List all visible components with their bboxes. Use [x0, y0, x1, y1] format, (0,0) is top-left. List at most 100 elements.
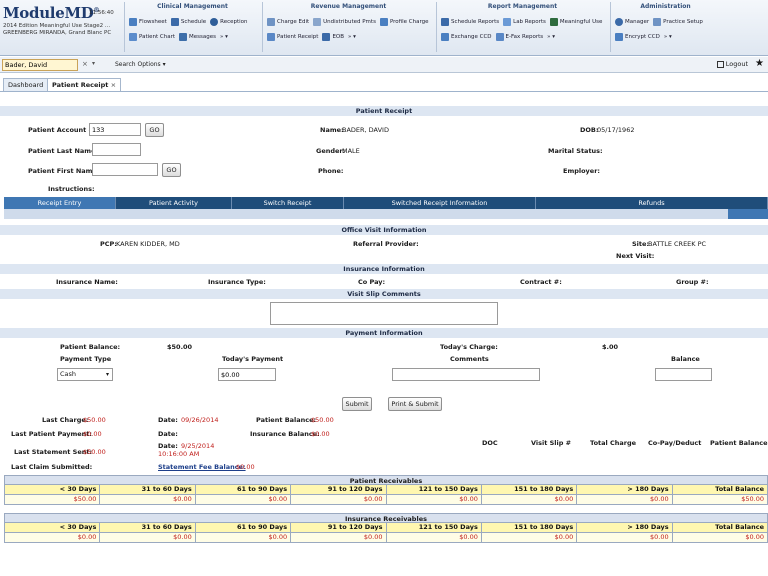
efax-reports-button[interactable]: E-Fax Reports [495, 33, 543, 41]
first-name-input[interactable] [92, 163, 158, 176]
receivable-bucket-header: Total Balance [673, 485, 768, 494]
app-ribbon: ModuleMD® 11:56:40 2014 Edition Meaningf… [0, 0, 768, 56]
close-tab-icon[interactable]: × [111, 81, 116, 89]
name-label: Name: [320, 126, 344, 134]
tab-switched-receipt-information[interactable]: Switched Receipt Information [344, 197, 536, 209]
tab-refunds[interactable]: Refunds [536, 197, 768, 209]
administration-group: Administration Manager Practice Setup En… [610, 2, 720, 52]
last-statement-label: Last Statement Sent: [14, 448, 93, 456]
receivable-bucket-header: 91 to 120 Days [291, 523, 387, 532]
revenue-management-group: Revenue Management Charge Edit Undistrib… [262, 2, 434, 52]
manager-icon [615, 18, 623, 26]
meaningful-use-button[interactable]: Meaningful Use [549, 18, 602, 26]
dob-label: DOB: [580, 126, 599, 134]
statement-time: 10:16:00 AM [158, 450, 200, 458]
report-more-button[interactable]: » ▾ [547, 34, 555, 40]
chevron-down-icon[interactable]: ▾ [92, 60, 95, 67]
encrypt-ccd-button[interactable]: Encrypt CCD [615, 33, 660, 41]
todays-payment-label: Today's Payment [222, 355, 284, 363]
patient-receivables-title: Patient Receivables [4, 475, 768, 485]
tab-patient-activity[interactable]: Patient Activity [116, 197, 232, 209]
receivable-bucket-header: 121 to 150 Days [387, 523, 482, 532]
summary-patient-balance-label: Patient Balance: [256, 416, 317, 424]
patient-receivable-value: $0.00 [577, 495, 673, 504]
insurance-receivable-value: $0.00 [482, 533, 578, 542]
eob-button[interactable]: EOB [322, 33, 344, 41]
revenue-more-button[interactable]: » ▾ [348, 34, 356, 40]
reception-button[interactable]: Reception [210, 18, 248, 26]
pin-icon[interactable]: ★ [755, 58, 764, 69]
insurance-receivable-value: $0.00 [196, 533, 292, 542]
tab-switch-receipt[interactable]: Switch Receipt [232, 197, 344, 209]
receivable-bucket-header: 151 to 180 Days [482, 485, 578, 494]
insurance-type-label: Insurance Type: [208, 278, 266, 286]
group-title: Revenue Management [310, 3, 387, 10]
balance-input[interactable] [655, 368, 712, 381]
messages-button[interactable]: Messages [179, 33, 216, 41]
admin-more-button[interactable]: » ▾ [664, 34, 672, 40]
insurance-receivable-value: $0.00 [577, 533, 673, 542]
account-number-input[interactable] [89, 123, 141, 136]
clinical-more-button[interactable]: » ▾ [220, 34, 228, 40]
name-value: BADER, DAVID [342, 126, 389, 134]
chart-icon [129, 33, 137, 41]
office-visit-title: Office Visit Information [0, 225, 768, 235]
schedule-button[interactable]: Schedule [170, 18, 206, 26]
submit-button[interactable]: Submit [342, 397, 372, 411]
tab-patient-receipt[interactable]: Patient Receipt × [47, 78, 122, 91]
report-management-group: Report Management Schedule Reports Lab R… [436, 2, 608, 52]
visit-slip-comments-input[interactable] [270, 302, 498, 325]
receipt-icon [267, 33, 275, 41]
profile-charge-button[interactable]: Profile Charge [379, 18, 429, 26]
schedule-reports-button[interactable]: Schedule Reports [441, 18, 499, 26]
summary-patient-balance-value: $50.00 [311, 416, 334, 424]
receivable-bucket-header: > 180 Days [577, 485, 673, 494]
marital-status-label: Marital Status: [548, 147, 603, 155]
exchange-icon [441, 33, 449, 41]
fax-icon [495, 33, 504, 41]
receivable-bucket-header: < 30 Days [5, 523, 101, 532]
meaningful-use-icon [549, 18, 558, 26]
patient-receipt-title: Patient Receipt [0, 106, 768, 116]
tab-receipt-entry[interactable]: Receipt Entry [4, 197, 116, 209]
insurance-receivable-value: $0.00 [673, 533, 768, 542]
lab-reports-button[interactable]: Lab Reports [503, 18, 546, 26]
statement-fee-link[interactable]: Statement Fee Balance: [158, 463, 246, 471]
messages-icon [179, 33, 188, 41]
logo-area: ModuleMD® 11:56:40 2014 Edition Meaningf… [3, 4, 121, 52]
patient-receivable-value: $50.00 [673, 495, 768, 504]
edition-text: 2014 Edition Meaningful Use Stage2 ... [3, 23, 111, 29]
todays-payment-input[interactable] [218, 368, 276, 381]
insurance-receivable-value: $0.00 [387, 533, 482, 542]
print-submit-button[interactable]: Print & Submit [388, 397, 442, 411]
tab-dashboard[interactable]: Dashboard [3, 78, 49, 91]
statement-fee-value: $0.00 [236, 463, 255, 471]
flowsheet-button[interactable]: Flowsheet [129, 18, 167, 26]
payment-comments-input[interactable] [392, 368, 540, 381]
last-name-input[interactable] [92, 143, 141, 156]
payment-type-select[interactable]: Cash ▾ [57, 368, 113, 381]
practice-setup-button[interactable]: Practice Setup [653, 18, 703, 26]
receivable-bucket-header: Total Balance [673, 523, 768, 532]
logout-button[interactable]: Logout [716, 60, 748, 68]
search-options-menu[interactable]: Search Options ▾ [115, 61, 166, 68]
patient-receipt-button[interactable]: Patient Receipt [267, 33, 318, 41]
date-label: Date: [158, 430, 178, 438]
charge-edit-button[interactable]: Charge Edit [267, 18, 309, 26]
exchange-ccd-button[interactable]: Exchange CCD [441, 33, 492, 41]
group-title: Administration [640, 3, 691, 10]
clear-icon[interactable]: × [82, 60, 88, 68]
site-value: BATTLE CREEK PC [648, 240, 707, 248]
account-go-button[interactable]: GO [145, 123, 164, 137]
name-go-button[interactable]: GO [162, 163, 181, 177]
column-copay-deduct: Co-Pay/Deduct [648, 439, 702, 447]
report-icon [441, 18, 449, 26]
patient-search-input[interactable] [2, 59, 78, 71]
patient-receivable-value: $0.00 [482, 495, 578, 504]
undistributed-payments-button[interactable]: Undistributed Pmts [313, 18, 376, 26]
chevron-down-icon: ▾ [105, 371, 109, 378]
contract-label: Contract #: [520, 278, 562, 286]
patient-chart-button[interactable]: Patient Chart [129, 33, 175, 41]
comments-label: Comments [450, 355, 489, 363]
manager-button[interactable]: Manager [615, 18, 649, 26]
